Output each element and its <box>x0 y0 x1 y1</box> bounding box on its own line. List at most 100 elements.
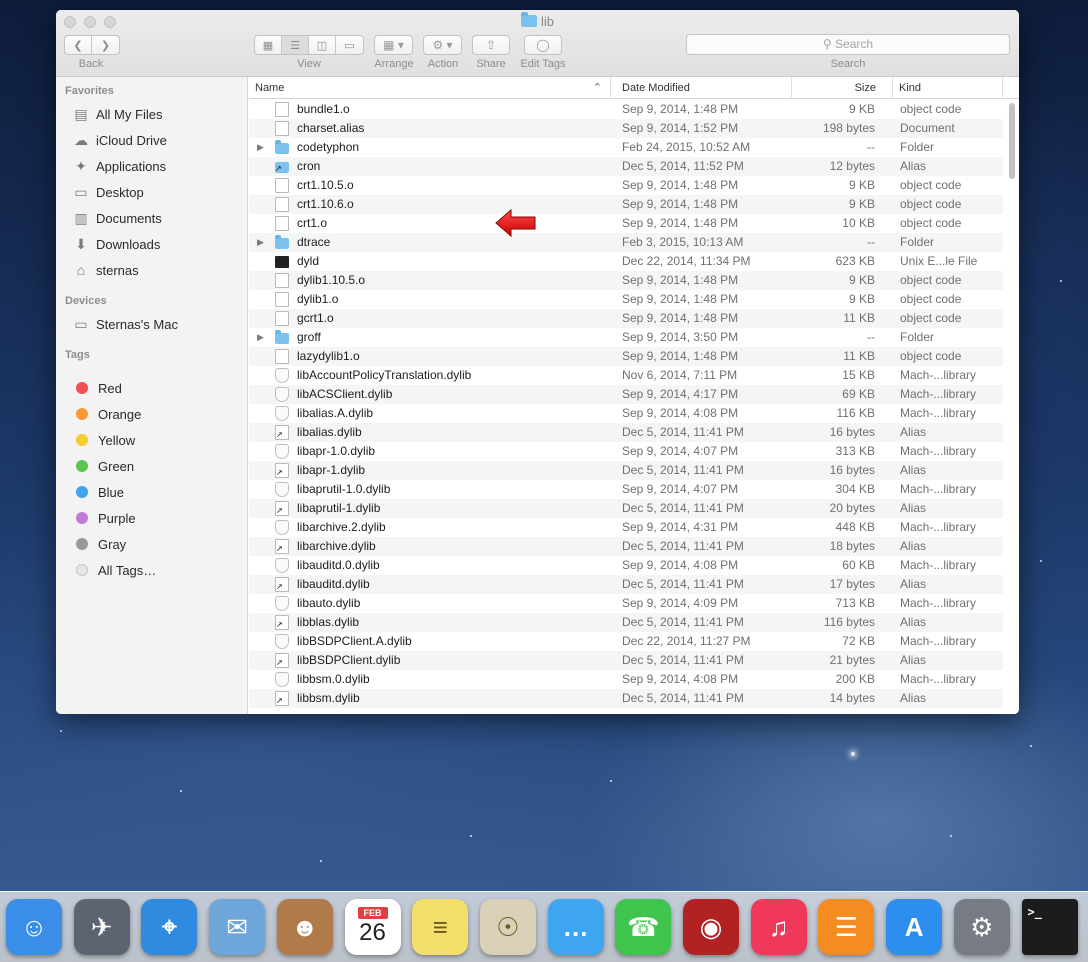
sidebar-all-tags[interactable]: All Tags… <box>72 560 156 580</box>
file-date: Sep 9, 2014, 1:48 PM <box>622 178 739 192</box>
sidebar-tag-yellow[interactable]: Yellow <box>72 430 135 450</box>
itunes-icon[interactable]: ♫ <box>750 899 807 955</box>
sidebar-item-documents[interactable]: ▥ Documents <box>72 208 161 228</box>
file-row[interactable]: ▶ codetyphon Feb 24, 2015, 10:52 AM -- Folde… <box>249 138 1003 157</box>
ibooks-icon[interactable]: ☰ <box>818 899 875 955</box>
file-row[interactable]: crt1.10.6.o Sep 9, 2014, 1:48 PM 9 KB objec… <box>249 195 1003 214</box>
file-row[interactable]: ↗ libarchive.dylib Dec 5, 2014, 11:41 PM 18… <box>249 537 1003 556</box>
terminal-icon[interactable]: >_ <box>1021 899 1078 955</box>
share-button[interactable]: ⇧ <box>472 35 510 55</box>
column-kind[interactable]: Kind <box>893 77 1003 99</box>
cover-flow-button[interactable]: ▭ <box>336 36 363 54</box>
finder-icon[interactable]: ☺ <box>6 899 62 955</box>
file-row[interactable]: libACSClient.dylib Sep 9, 2014, 4:17 PM 69… <box>249 385 1003 404</box>
favorites-header: Favorites <box>65 85 114 97</box>
sidebar-item-sternas[interactable]: ⌂ sternas <box>72 260 139 280</box>
app-store-icon[interactable]: A <box>886 899 943 955</box>
icon-view-button[interactable]: ▦ <box>255 36 282 54</box>
system-preferences-icon[interactable]: ⚙ <box>953 899 1010 955</box>
calendar-icon[interactable]: FEB 26 <box>344 899 401 955</box>
file-row[interactable]: crt1.10.5.o Sep 9, 2014, 1:48 PM 9 KB objec… <box>249 176 1003 195</box>
file-kind: Folder <box>900 235 935 249</box>
sidebar-item-applications[interactable]: ✦ Applications <box>72 156 166 176</box>
sidebar-item-label: Red <box>98 380 122 396</box>
dock: ☺ ✈ ⌖ ✉ ☻ FEB 26 ≡ ☉… ☎ ◉ ♫ ☰ A ⚙ >_ <box>0 891 1088 962</box>
file-row[interactable]: ↗ libauditd.dylib Dec 5, 2014, 11:41 PM 17 … <box>249 575 1003 594</box>
edit-tags-button[interactable]: ◯ <box>524 35 562 55</box>
grid-icon: ▦ <box>262 39 274 52</box>
mail-icon[interactable]: ✉ <box>209 899 266 955</box>
sidebar-tag-red[interactable]: Red <box>72 378 122 398</box>
maps-icon[interactable]: ☉ <box>479 899 536 955</box>
file-row[interactable]: libaprutil-1.0.dylib Sep 9, 2014, 4:07 PM… <box>249 480 1003 499</box>
file-row[interactable]: libauditd.0.dylib Sep 9, 2014, 4:08 PM 60 … <box>249 556 1003 575</box>
search-input[interactable]: ⚲ Search <box>686 34 1010 55</box>
sidebar-item-all-my-files[interactable]: ▤ All My Files <box>72 104 162 124</box>
file-row[interactable]: libalias.A.dylib Sep 9, 2014, 4:08 PM 116 … <box>249 404 1003 423</box>
action-button[interactable]: ⚙ ▾ <box>423 35 462 55</box>
file-row[interactable]: libBSDPClient.A.dylib Dec 22, 2014, 11:27… <box>249 632 1003 651</box>
column-kind-label: Kind <box>899 82 922 94</box>
column-view-button[interactable]: ◫ <box>309 36 336 54</box>
forward-button[interactable]: ❯ <box>92 36 119 54</box>
back-button[interactable]: ❮ <box>65 36 92 54</box>
sidebar-item-icloud-drive[interactable]: ☁ iCloud Drive <box>72 130 167 150</box>
column-date[interactable]: Date Modified <box>616 77 792 99</box>
file-row[interactable]: ↗ libapr-1.dylib Dec 5, 2014, 11:41 PM 16 b… <box>249 461 1003 480</box>
file-row[interactable]: ▶ dtrace Feb 3, 2015, 10:13 AM -- Folder <box>249 233 1003 252</box>
contacts-icon[interactable]: ☻ <box>276 899 333 955</box>
photo-booth-icon[interactable]: ◉ <box>683 899 739 955</box>
file-row[interactable]: ↗ libalias.dylib Dec 5, 2014, 11:41 PM 16 b… <box>249 423 1003 442</box>
arrange-button[interactable]: ▦ ▾ <box>374 35 413 55</box>
disclosure-triangle-icon[interactable]: ▶ <box>257 233 264 252</box>
file-row[interactable]: ↗ libaprutil-1.dylib Dec 5, 2014, 11:41 PM… <box>249 499 1003 518</box>
sidebar-item-device[interactable]: ▭ Sternas's Mac <box>72 314 178 334</box>
column-size[interactable]: Size <box>792 77 893 99</box>
sidebar-item-downloads[interactable]: ⬇ Downloads <box>72 234 160 254</box>
file-row[interactable]: libAccountPolicyTranslation.dylib Nov 6, … <box>249 366 1003 385</box>
sidebar-tag-blue[interactable]: Blue <box>72 482 124 502</box>
messages-icon[interactable]: … <box>547 899 604 955</box>
file-name: libAccountPolicyTranslation.dylib <box>297 368 472 382</box>
sidebar-tag-green[interactable]: Green <box>72 456 134 476</box>
file-row[interactable]: dylib1.o Sep 9, 2014, 1:48 PM 9 KB object c… <box>249 290 1003 309</box>
file-size: 15 KB <box>842 368 875 382</box>
file-row[interactable]: ↗ libBSDPClient.dylib Dec 5, 2014, 11:41 P… <box>249 651 1003 670</box>
file-kind: Mach-...library <box>900 444 977 458</box>
sidebar-item-desktop[interactable]: ▭ Desktop <box>72 182 143 202</box>
file-row[interactable]: ↗ libblas.dylib Dec 5, 2014, 11:41 PM 116 b… <box>249 613 1003 632</box>
file-row[interactable]: libarchive.2.dylib Sep 9, 2014, 4:31 PM 44… <box>249 518 1003 537</box>
disclosure-triangle-icon[interactable]: ▶ <box>257 328 264 347</box>
file-row[interactable]: lazydylib1.o Sep 9, 2014, 1:48 PM 11 KB obj… <box>249 347 1003 366</box>
file-name: libapr-1.0.dylib <box>297 444 376 458</box>
file-row[interactable]: libbsm.0.dylib Sep 9, 2014, 4:08 PM 200 KB… <box>249 670 1003 689</box>
disclosure-triangle-icon[interactable]: ▶ <box>257 138 264 157</box>
file-row[interactable]: ↗ libbsm.dylib Dec 5, 2014, 11:41 PM 14 byt… <box>249 689 1003 708</box>
file-row[interactable]: libapr-1.0.dylib Sep 9, 2014, 4:07 PM 313 … <box>249 442 1003 461</box>
list-view-button[interactable]: ☰ <box>282 36 309 54</box>
alias-icon: ↗ <box>275 539 289 554</box>
safari-icon[interactable]: ⌖ <box>141 899 198 955</box>
sidebar-tag-orange[interactable]: Orange <box>72 404 141 424</box>
file-row[interactable]: dyld Dec 22, 2014, 11:34 PM 623 KB Unix E..… <box>249 252 1003 271</box>
vertical-scrollbar[interactable] <box>1009 103 1015 179</box>
file-row[interactable]: dylib1.10.5.o Sep 9, 2014, 1:48 PM 9 KB obj… <box>249 271 1003 290</box>
edit-tags-label: Edit Tags <box>520 58 566 70</box>
file-row[interactable]: ↗ cron Dec 5, 2014, 11:52 PM 12 bytes Alias <box>249 157 1003 176</box>
file-row[interactable]: bundle1.o Sep 9, 2014, 1:48 PM 9 KB object … <box>249 100 1003 119</box>
notes-icon[interactable]: ≡ <box>412 899 469 955</box>
facetime-icon[interactable]: ☎ <box>615 899 672 955</box>
file-row[interactable]: ▶ groff Sep 9, 2014, 3:50 PM -- Folder <box>249 328 1003 347</box>
file-name: libBSDPClient.dylib <box>297 653 401 667</box>
launchpad-icon[interactable]: ✈ <box>73 899 130 955</box>
file-row[interactable]: charset.alias Sep 9, 2014, 1:52 PM 198 byt… <box>249 119 1003 138</box>
share-icon: ⇧ <box>485 38 497 52</box>
file-row[interactable]: crt1.o Sep 9, 2014, 1:48 PM 10 KB object co… <box>249 214 1003 233</box>
file-row[interactable]: gcrt1.o Sep 9, 2014, 1:48 PM 11 KB object c… <box>249 309 1003 328</box>
column-name[interactable]: Name ⌃ <box>249 77 611 99</box>
sidebar-tag-gray[interactable]: Gray <box>72 534 126 554</box>
sidebar-tag-purple[interactable]: Purple <box>72 508 136 528</box>
file-name: libalias.dylib <box>297 425 362 439</box>
file-row[interactable]: libauto.dylib Sep 9, 2014, 4:09 PM 713 KB M… <box>249 594 1003 613</box>
cloud-icon: ☁ <box>74 131 88 148</box>
